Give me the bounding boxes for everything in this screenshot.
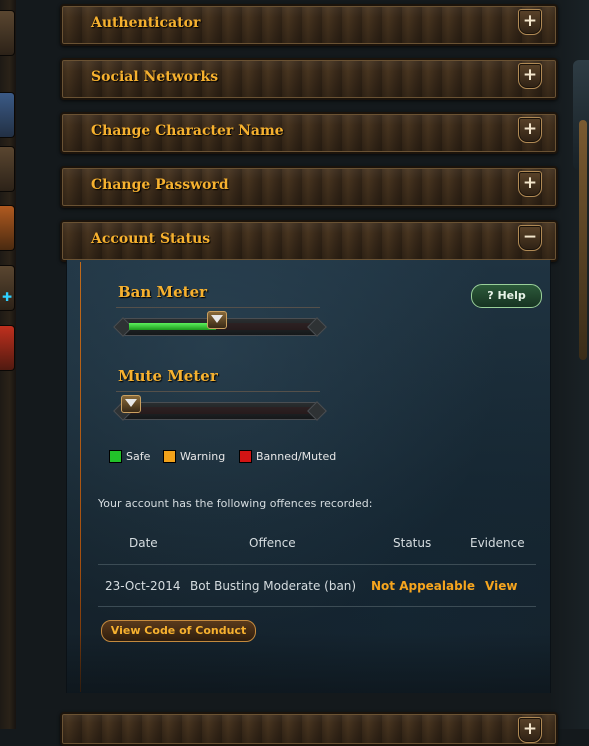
legend-label: Warning xyxy=(180,450,226,463)
panel-texture xyxy=(67,633,550,693)
ban-meter-title: Ban Meter xyxy=(118,283,208,301)
expand-icon[interactable]: + xyxy=(518,9,542,35)
side-nav-item[interactable] xyxy=(0,265,15,311)
right-decoration xyxy=(549,0,589,729)
side-nav-item[interactable] xyxy=(0,92,15,138)
column-header-offence: Offence xyxy=(249,536,296,550)
divider xyxy=(98,606,536,607)
mute-meter-title: Mute Meter xyxy=(118,367,218,385)
side-nav-item[interactable] xyxy=(0,10,15,56)
offences-caption: Your account has the following offences … xyxy=(98,497,373,510)
mute-meter-marker-icon xyxy=(121,395,141,413)
decoration xyxy=(579,120,587,360)
table-cell-offence: Bot Busting Moderate (ban) xyxy=(190,579,357,593)
collapse-icon[interactable]: − xyxy=(518,225,542,251)
accordion-next-section[interactable]: + xyxy=(60,712,558,746)
side-nav-item[interactable] xyxy=(0,146,15,192)
accordion-change-password[interactable]: Change Password + xyxy=(60,166,558,208)
accordion-title: Authenticator xyxy=(91,15,201,31)
legend-swatch-warning xyxy=(163,450,176,463)
accordion-social-networks[interactable]: Social Networks + xyxy=(60,58,558,100)
column-header-date: Date xyxy=(129,536,158,550)
side-nav-item[interactable] xyxy=(0,325,15,371)
side-nav-item[interactable] xyxy=(0,205,15,251)
view-code-of-conduct-button[interactable]: View Code of Conduct xyxy=(101,620,256,642)
divider xyxy=(116,391,320,392)
accordion-title: Change Character Name xyxy=(91,123,284,139)
expand-icon[interactable]: + xyxy=(518,63,542,89)
help-button[interactable]: ? Help xyxy=(471,284,542,308)
mute-meter-bar xyxy=(121,395,318,420)
accordion-account-status[interactable]: Account Status − xyxy=(60,220,558,262)
legend-safe: Safe xyxy=(109,450,150,463)
ban-meter-track xyxy=(216,323,311,330)
mute-meter-track xyxy=(129,407,311,414)
legend-swatch-banned xyxy=(239,450,252,463)
expand-icon[interactable]: + xyxy=(518,117,542,143)
ban-meter-fill xyxy=(129,323,216,330)
accordion-authenticator[interactable]: Authenticator + xyxy=(60,4,558,46)
divider xyxy=(98,564,536,565)
left-side-nav: ✚ xyxy=(0,0,16,729)
legend-label: Safe xyxy=(126,450,151,463)
panel-edge-line xyxy=(80,262,81,692)
legend-swatch-safe xyxy=(109,450,122,463)
column-header-status: Status xyxy=(393,536,432,550)
legend-banned-muted: Banned/Muted xyxy=(239,450,336,463)
expand-icon[interactable]: + xyxy=(518,171,542,197)
legend-label: Banned/Muted xyxy=(256,450,337,463)
evidence-view-link[interactable]: View xyxy=(485,579,517,593)
legend-warning: Warning xyxy=(163,450,225,463)
ban-meter-marker-icon xyxy=(207,311,227,329)
accordion-title: Account Status xyxy=(91,231,211,247)
table-cell-status: Not Appealable xyxy=(371,579,475,593)
accordion-change-character-name[interactable]: Change Character Name + xyxy=(60,112,558,154)
column-header-evidence: Evidence xyxy=(470,536,525,550)
plus-icon: ✚ xyxy=(2,290,13,304)
accordion-title: Change Password xyxy=(91,177,229,193)
accordion-title: Social Networks xyxy=(91,69,219,85)
expand-icon[interactable]: + xyxy=(518,717,542,743)
table-cell-date: 23-Oct-2014 xyxy=(105,579,181,593)
divider xyxy=(116,307,320,308)
ban-meter-bar xyxy=(122,311,318,336)
